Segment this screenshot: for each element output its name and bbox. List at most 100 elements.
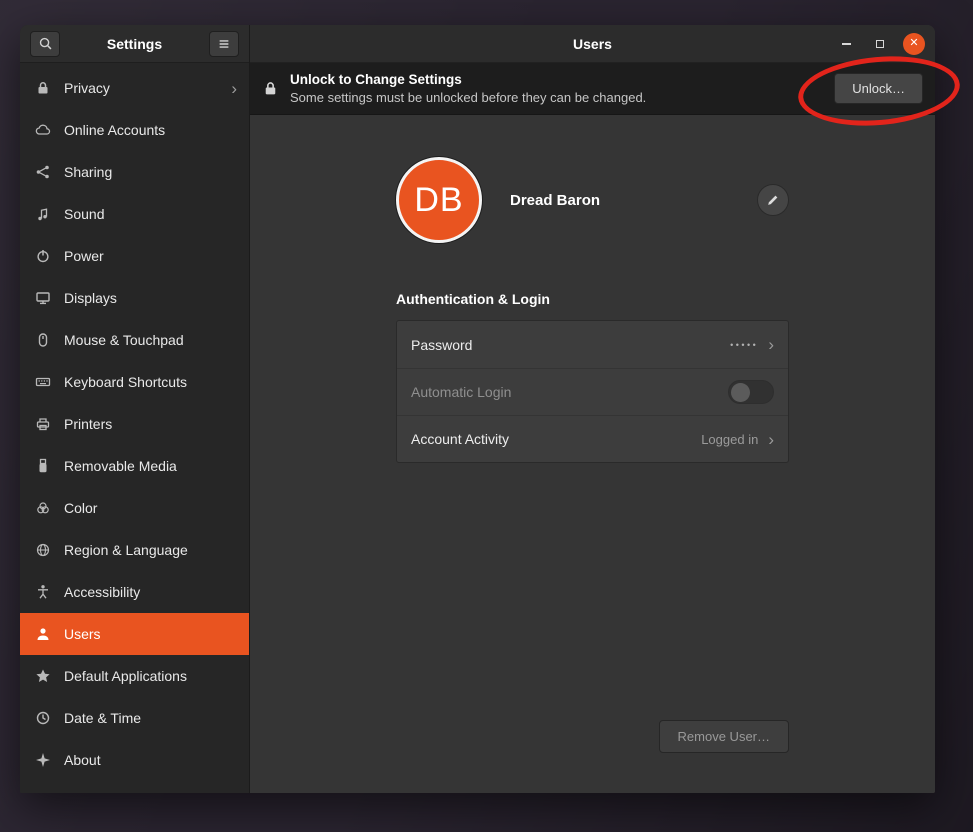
unlock-banner: Unlock to Change Settings Some settings … bbox=[250, 63, 935, 115]
privacy-lock-icon bbox=[35, 80, 51, 96]
sidebar-list: Privacy › Online Accounts Sharing Sound bbox=[20, 63, 249, 793]
flash-drive-icon bbox=[35, 458, 51, 474]
window-controls: ✕ bbox=[835, 33, 935, 55]
user-row: DB Dread Baron bbox=[396, 157, 789, 243]
sidebar-item-keyboard-shortcuts[interactable]: Keyboard Shortcuts bbox=[20, 361, 249, 403]
sidebar-item-removable-media[interactable]: Removable Media bbox=[20, 445, 249, 487]
sidebar-item-color[interactable]: Color bbox=[20, 487, 249, 529]
chevron-right-icon: › bbox=[231, 80, 237, 97]
account-activity-value: Logged in bbox=[701, 432, 758, 447]
menu-button[interactable] bbox=[209, 31, 239, 57]
sidebar-item-accessibility[interactable]: Accessibility bbox=[20, 571, 249, 613]
banner-lock-icon bbox=[262, 80, 279, 97]
account-activity-label: Account Activity bbox=[411, 431, 509, 447]
sidebar-item-label: Color bbox=[64, 500, 97, 516]
search-button[interactable] bbox=[30, 31, 60, 57]
maximize-icon bbox=[876, 40, 884, 48]
account-activity-right: Logged in › bbox=[701, 431, 774, 448]
music-note-icon bbox=[35, 206, 51, 222]
sidebar-item-region-language[interactable]: Region & Language bbox=[20, 529, 249, 571]
sidebar-item-label: Date & Time bbox=[64, 710, 141, 726]
sidebar-item-label: Users bbox=[64, 626, 101, 642]
accessibility-icon bbox=[35, 584, 51, 600]
sidebar-item-label: About bbox=[64, 752, 101, 768]
sidebar-item-label: Accessibility bbox=[64, 584, 140, 600]
sidebar-item-label: Online Accounts bbox=[64, 122, 165, 138]
sidebar-item-label: Power bbox=[64, 248, 104, 264]
page-title: Users bbox=[250, 36, 935, 52]
chevron-right-icon: › bbox=[768, 431, 774, 448]
banner-text: Unlock to Change Settings Some settings … bbox=[290, 72, 646, 105]
minimize-button[interactable] bbox=[835, 33, 857, 55]
automatic-login-toggle[interactable] bbox=[728, 380, 774, 404]
cloud-icon bbox=[35, 122, 51, 138]
sidebar-header: Settings bbox=[20, 25, 249, 63]
sidebar-item-label: Region & Language bbox=[64, 542, 188, 558]
share-icon bbox=[35, 164, 51, 180]
banner-subtitle: Some settings must be unlocked before th… bbox=[290, 90, 646, 105]
automatic-login-right bbox=[728, 380, 774, 404]
monitor-icon bbox=[35, 290, 51, 306]
automatic-login-row: Automatic Login bbox=[397, 368, 788, 415]
content-column: DB Dread Baron Authentication & Login Pa bbox=[396, 115, 789, 793]
globe-icon bbox=[35, 542, 51, 558]
sidebar: Settings Privacy › Online Accounts bbox=[20, 25, 250, 793]
auth-section-heading: Authentication & Login bbox=[396, 291, 789, 307]
close-button[interactable]: ✕ bbox=[903, 33, 925, 55]
remove-user-button[interactable]: Remove User… bbox=[659, 720, 789, 753]
password-label: Password bbox=[411, 337, 472, 353]
color-profile-icon bbox=[35, 500, 51, 516]
sidebar-item-label: Keyboard Shortcuts bbox=[64, 374, 187, 390]
user-name: Dread Baron bbox=[510, 192, 600, 209]
starburst-icon bbox=[35, 752, 51, 768]
sidebar-item-label: Privacy bbox=[64, 80, 110, 96]
sidebar-item-default-applications[interactable]: Default Applications bbox=[20, 655, 249, 697]
sidebar-item-printers[interactable]: Printers bbox=[20, 403, 249, 445]
user-icon bbox=[35, 626, 51, 642]
star-icon bbox=[35, 668, 51, 684]
sidebar-item-displays[interactable]: Displays bbox=[20, 277, 249, 319]
printer-icon bbox=[35, 416, 51, 432]
maximize-button[interactable] bbox=[869, 33, 891, 55]
sidebar-item-privacy[interactable]: Privacy › bbox=[20, 67, 249, 109]
toggle-knob bbox=[731, 383, 750, 402]
close-icon: ✕ bbox=[909, 38, 918, 49]
sidebar-item-users[interactable]: Users bbox=[20, 613, 249, 655]
banner-title: Unlock to Change Settings bbox=[290, 72, 646, 87]
sidebar-item-power[interactable]: Power bbox=[20, 235, 249, 277]
sidebar-item-about[interactable]: About bbox=[20, 739, 249, 781]
headerbar: Users ✕ bbox=[250, 25, 935, 63]
desktop-background: Settings Privacy › Online Accounts bbox=[0, 0, 973, 832]
power-icon bbox=[35, 248, 51, 264]
sidebar-item-mouse-touchpad[interactable]: Mouse & Touchpad bbox=[20, 319, 249, 361]
sidebar-item-date-time[interactable]: Date & Time bbox=[20, 697, 249, 739]
sidebar-item-online-accounts[interactable]: Online Accounts bbox=[20, 109, 249, 151]
chevron-right-icon: › bbox=[768, 336, 774, 353]
automatic-login-label: Automatic Login bbox=[411, 384, 511, 400]
account-activity-row[interactable]: Account Activity Logged in › bbox=[397, 415, 788, 462]
search-icon bbox=[38, 36, 53, 51]
mouse-icon bbox=[35, 332, 51, 348]
sidebar-item-label: Printers bbox=[64, 416, 112, 432]
auth-list: Password ••••• › Automatic Login bbox=[396, 320, 789, 463]
sidebar-item-sound[interactable]: Sound bbox=[20, 193, 249, 235]
keyboard-icon bbox=[35, 374, 51, 390]
avatar[interactable]: DB bbox=[396, 157, 482, 243]
avatar-initials: DB bbox=[414, 181, 463, 220]
minimize-icon bbox=[842, 43, 851, 45]
sidebar-title: Settings bbox=[68, 36, 201, 52]
pencil-icon bbox=[766, 193, 780, 207]
sidebar-item-label: Sound bbox=[64, 206, 104, 222]
sidebar-item-label: Removable Media bbox=[64, 458, 177, 474]
edit-name-button[interactable] bbox=[757, 184, 789, 216]
sidebar-item-label: Sharing bbox=[64, 164, 112, 180]
sidebar-item-label: Displays bbox=[64, 290, 117, 306]
unlock-button[interactable]: Unlock… bbox=[834, 73, 923, 104]
password-value: ••••• bbox=[730, 340, 758, 350]
main-panel: Users ✕ Unlock to Change Settings Some s… bbox=[250, 25, 935, 793]
clock-icon bbox=[35, 710, 51, 726]
settings-window: Settings Privacy › Online Accounts bbox=[20, 25, 935, 793]
password-right: ••••• › bbox=[730, 336, 774, 353]
password-row[interactable]: Password ••••• › bbox=[397, 321, 788, 368]
sidebar-item-sharing[interactable]: Sharing bbox=[20, 151, 249, 193]
